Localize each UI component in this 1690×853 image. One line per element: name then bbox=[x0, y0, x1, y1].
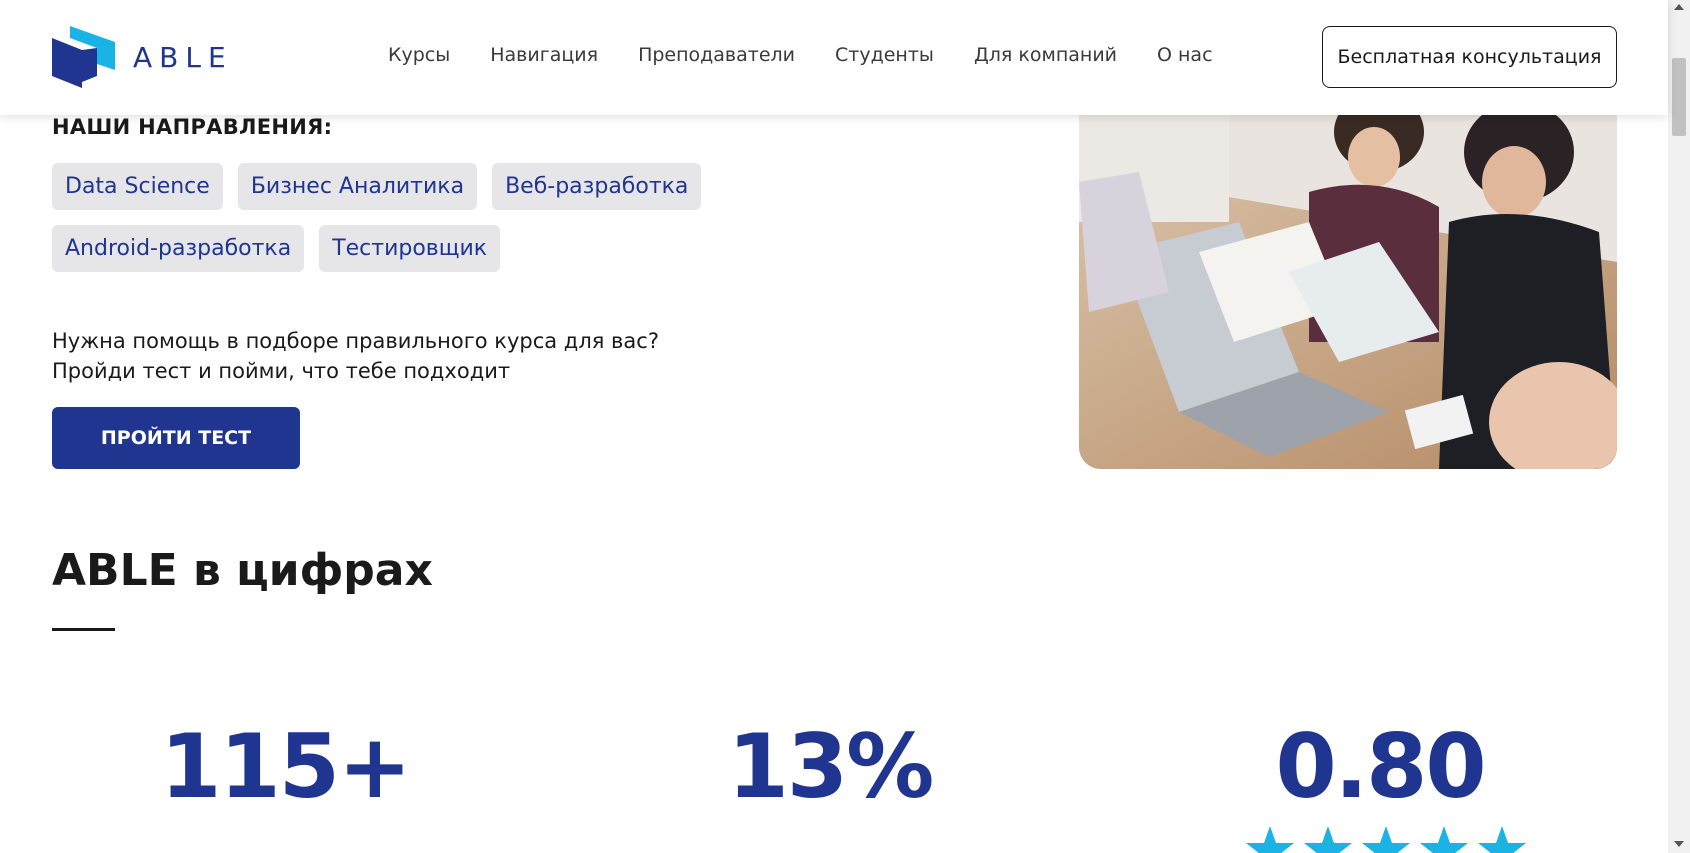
nav-about[interactable]: О нас bbox=[1157, 44, 1213, 66]
star-icon bbox=[1478, 826, 1526, 853]
nav-students[interactable]: Студенты bbox=[835, 44, 934, 66]
scroll-thumb[interactable] bbox=[1672, 58, 1686, 136]
chip-business-analytics[interactable]: Бизнес Аналитика bbox=[237, 163, 478, 210]
help-text: Нужна помощь в подборе правильного курса… bbox=[52, 326, 659, 386]
take-test-button[interactable]: ПРОЙТИ ТЕСТ bbox=[52, 407, 300, 469]
stat-percentage: 13% bbox=[727, 715, 935, 818]
star-icon bbox=[1304, 826, 1352, 853]
logo-mark-icon bbox=[52, 26, 115, 88]
scroll-down-arrow-icon[interactable] bbox=[1674, 841, 1684, 847]
page-scrollbar[interactable] bbox=[1668, 0, 1690, 853]
free-consultation-button[interactable]: Бесплатная консультация bbox=[1322, 26, 1617, 88]
star-icon bbox=[1362, 826, 1410, 853]
help-text-line-1: Нужна помощь в подборе правильного курса… bbox=[52, 329, 659, 353]
star-icon bbox=[1246, 826, 1294, 853]
nav-courses[interactable]: Курсы bbox=[388, 44, 450, 66]
students-photo-image bbox=[1079, 112, 1617, 469]
main-nav: Курсы Навигация Преподаватели Студенты Д… bbox=[388, 44, 1253, 66]
stats-title-underline bbox=[52, 628, 115, 631]
scroll-up-arrow-icon[interactable] bbox=[1674, 4, 1684, 10]
stat-courses-count: 115+ bbox=[160, 715, 411, 818]
chip-tester[interactable]: Тестировщик bbox=[319, 225, 501, 272]
logo-text: ABLE bbox=[133, 40, 233, 74]
star-icon bbox=[1420, 826, 1468, 853]
nav-navigation[interactable]: Навигация bbox=[490, 44, 598, 66]
students-photo bbox=[1079, 112, 1617, 469]
stats-title: ABLE в цифрах bbox=[52, 545, 433, 596]
nav-teachers[interactable]: Преподаватели bbox=[638, 44, 795, 66]
directions-title: НАШИ НАПРАВЛЕНИЯ: bbox=[52, 115, 333, 139]
help-text-line-2: Пройди тест и пойми, что тебе подходит bbox=[52, 359, 511, 383]
nav-companies[interactable]: Для компаний bbox=[974, 44, 1117, 66]
directions-chips: Data Science Бизнес Аналитика Веб-разраб… bbox=[52, 163, 952, 272]
chip-android-development[interactable]: Android-разработка bbox=[52, 225, 305, 272]
chip-web-development[interactable]: Веб-разработка bbox=[492, 163, 702, 210]
rating-stars bbox=[1245, 826, 1527, 853]
chip-data-science[interactable]: Data Science bbox=[52, 163, 223, 210]
stat-rating: 0.80 bbox=[1275, 715, 1486, 818]
site-header: ABLE Курсы Навигация Преподаватели Студе… bbox=[0, 0, 1668, 115]
logo[interactable]: ABLE bbox=[52, 26, 233, 88]
